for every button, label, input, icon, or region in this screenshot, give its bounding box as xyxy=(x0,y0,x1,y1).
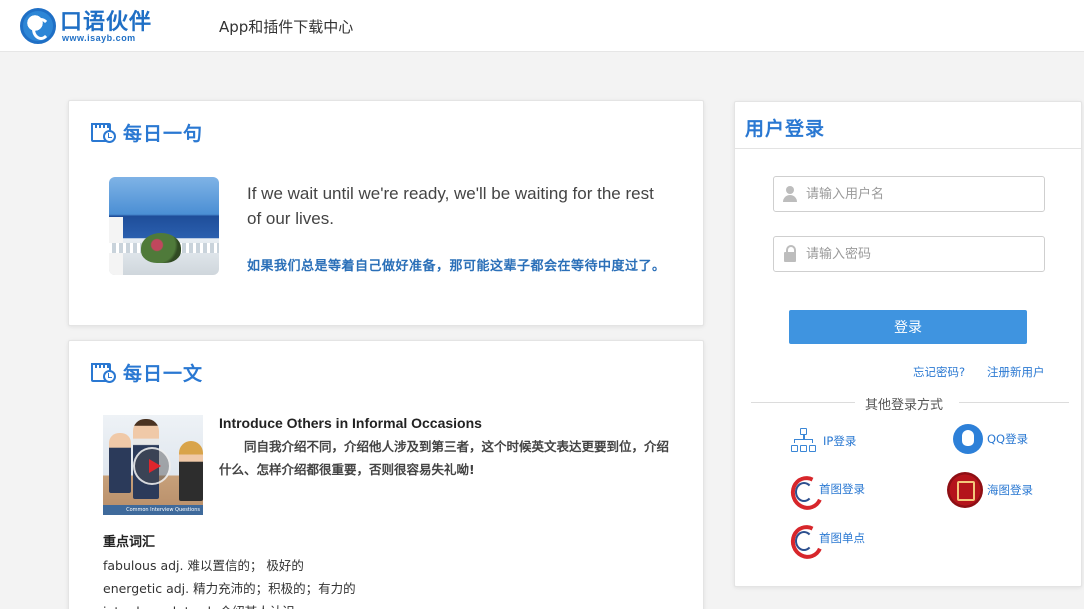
register-link[interactable]: 注册新用户 xyxy=(987,364,1045,380)
thumbnail-caption: Common Interview Questions xyxy=(103,505,203,515)
daily-article-card: 每日一文 Common Interview Questions Introduc… xyxy=(68,340,704,609)
shoutu-logo-icon xyxy=(789,474,815,504)
daily-article-title: 每日一文 xyxy=(123,362,204,385)
logo-icon xyxy=(20,8,56,44)
forgot-password-link[interactable]: 忘记密码? xyxy=(913,364,965,380)
ip-login-label: IP登录 xyxy=(823,434,857,448)
shoutu-login-option[interactable]: 首图登录 xyxy=(789,474,865,504)
login-title: 用户登录 xyxy=(745,118,826,140)
site-logo[interactable]: 口语伙伴 www.isayb.com xyxy=(20,4,160,48)
user-icon xyxy=(774,177,806,211)
shoutu-login-label: 首图登录 xyxy=(819,482,865,496)
vocab-heading: 重点词汇 xyxy=(103,535,156,550)
shoutu-logo-icon xyxy=(789,523,815,553)
divider xyxy=(735,148,1081,149)
divider xyxy=(959,402,1069,403)
username-input[interactable] xyxy=(806,179,1036,209)
daily-sentence-card: 每日一句 If we wait until we're ready, we'll… xyxy=(68,100,704,326)
daily-sentence-image xyxy=(109,177,219,275)
daily-sentence-title: 每日一句 xyxy=(123,122,204,145)
password-field[interactable] xyxy=(773,236,1045,272)
shoutu-sso-option[interactable]: 首图单点 xyxy=(789,523,865,553)
login-button[interactable]: 登录 xyxy=(789,310,1027,344)
haitu-login-option[interactable]: 海图登录 xyxy=(947,472,1033,508)
top-bar: 口语伙伴 www.isayb.com App和插件下载中心 xyxy=(0,0,1084,52)
password-input[interactable] xyxy=(806,239,1036,269)
ip-login-option[interactable]: IP登录 xyxy=(789,426,856,456)
daily-sentence-header: 每日一句 xyxy=(91,117,203,147)
other-login-label: 其他登录方式 xyxy=(865,398,944,413)
article-intro: 同自我介绍不同，介绍他人涉及到第三者，这个时候英文表达更要到位，介绍什么、怎样介… xyxy=(219,439,670,477)
article-title-link[interactable]: Introduce Others in Informal Occasions xyxy=(219,415,482,431)
article-video-thumbnail[interactable]: Common Interview Questions xyxy=(103,415,203,515)
username-field[interactable] xyxy=(773,176,1045,212)
play-icon[interactable] xyxy=(133,447,171,485)
shoutu-sso-label: 首图单点 xyxy=(819,531,865,545)
divider xyxy=(751,402,855,403)
logo-url: www.isayb.com xyxy=(62,33,136,43)
daily-article-header: 每日一文 xyxy=(91,357,203,387)
login-card: 用户登录 登录 忘记密码? 注册新用户 其他登录方式 IP登录 QQ登录 首图登… xyxy=(734,101,1082,587)
qq-login-label: QQ登录 xyxy=(987,432,1029,446)
daily-sentence-chinese: 如果我们总是等着自己做好准备，那可能这辈子都会在等待中度过了。 xyxy=(247,259,666,274)
qq-login-option[interactable]: QQ登录 xyxy=(953,424,1028,454)
haitu-seal-icon xyxy=(947,472,983,508)
vocab-item: energetic adj. 精力充沛的；积极的；有力的 xyxy=(103,581,356,596)
qq-icon xyxy=(953,424,983,454)
calendar-clock-icon xyxy=(91,360,117,384)
vocab-list: fabulous adj. 难以置信的； 极好的 energetic adj. … xyxy=(103,554,356,609)
vocab-item: introduce sb to sb 介绍某人认识 xyxy=(103,600,356,609)
calendar-clock-icon xyxy=(91,120,117,144)
download-center-link[interactable]: App和插件下载中心 xyxy=(219,16,353,37)
logo-text: 口语伙伴 xyxy=(60,10,153,35)
vocab-item: fabulous adj. 难以置信的； 极好的 xyxy=(103,558,304,573)
haitu-login-label: 海图登录 xyxy=(987,483,1033,497)
lock-icon xyxy=(774,237,806,271)
network-icon xyxy=(789,426,819,456)
daily-sentence-english: If we wait until we're ready, we'll be w… xyxy=(247,184,654,228)
